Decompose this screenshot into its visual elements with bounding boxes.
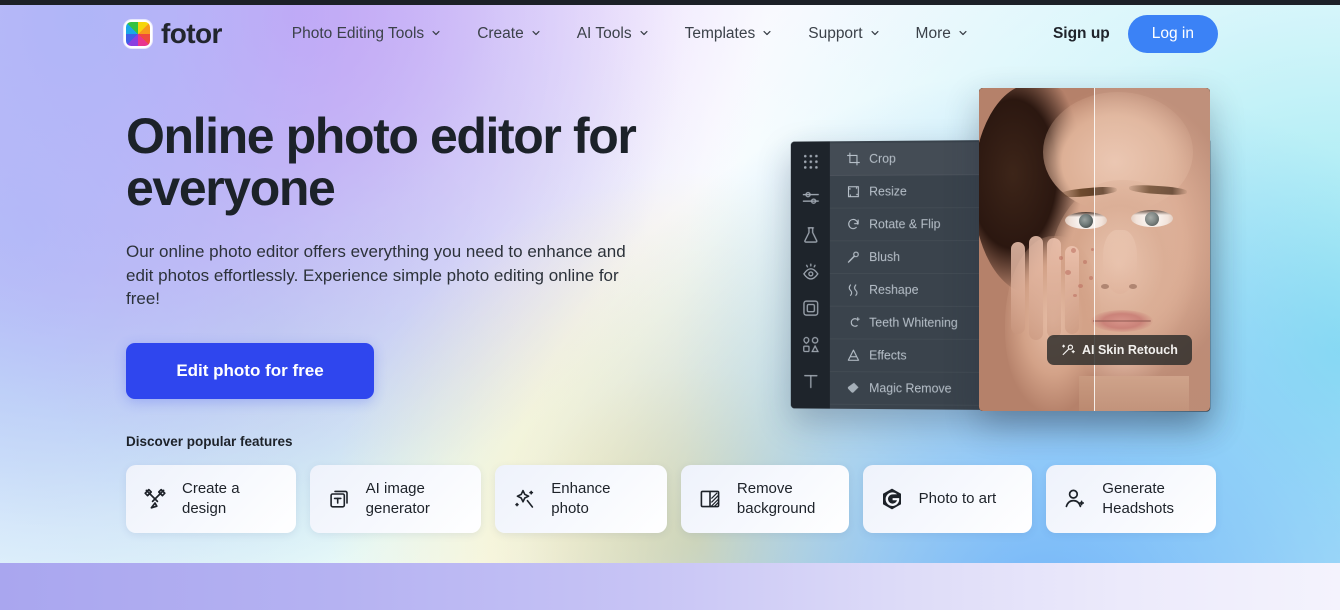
chevron-down-icon bbox=[958, 28, 968, 38]
effects-icon bbox=[847, 348, 861, 362]
feature-card-enhance-photo[interactable]: Enhance photo bbox=[495, 465, 667, 533]
nav-item-more[interactable]: More bbox=[898, 17, 986, 51]
tool-label: Rotate & Flip bbox=[869, 217, 941, 232]
tool-label: Crop bbox=[869, 151, 896, 166]
nav-label: More bbox=[915, 25, 951, 42]
crop-icon bbox=[847, 152, 861, 166]
feature-card-create-a-design[interactable]: Create a design bbox=[126, 465, 296, 533]
crossed-pencil-brush-icon bbox=[142, 486, 168, 512]
ai-retouch-wand-icon bbox=[1061, 343, 1075, 357]
bottom-gradient-band bbox=[0, 563, 1340, 610]
magic-wand-sparkle-icon bbox=[511, 486, 537, 512]
tool-label: Teeth Whitening bbox=[869, 315, 958, 330]
tooltip-label: AI Skin Retouch bbox=[1082, 343, 1178, 357]
nav-label: Create bbox=[477, 25, 524, 42]
nav-label: Photo Editing Tools bbox=[291, 25, 425, 42]
tool-label: Resize bbox=[869, 184, 907, 199]
blush-icon bbox=[847, 250, 861, 264]
tool-label: Magic Remove bbox=[869, 381, 952, 396]
background-split-icon bbox=[697, 486, 723, 512]
browser-top-edge bbox=[0, 0, 1340, 5]
grid-dots-icon[interactable] bbox=[801, 152, 820, 171]
feature-label: Enhance photo bbox=[551, 480, 611, 517]
resize-icon bbox=[847, 185, 861, 199]
shapes-icon[interactable] bbox=[801, 335, 820, 354]
hexagon-g-icon bbox=[879, 486, 905, 512]
sliders-icon[interactable] bbox=[801, 189, 820, 208]
feature-card-photo-to-art[interactable]: Photo to art bbox=[862, 465, 1033, 533]
hero-content: Online photo editor for everyone Our onl… bbox=[126, 110, 726, 399]
chevron-down-icon bbox=[431, 28, 441, 38]
nav-item-photo-editing-tools[interactable]: Photo Editing Tools bbox=[274, 17, 459, 51]
feature-card-ai-image-generator[interactable]: AI image generator bbox=[309, 465, 482, 533]
tool-label: Effects bbox=[869, 348, 907, 363]
nav-auth-actions: Sign up Log in bbox=[1053, 15, 1218, 53]
nav-item-support[interactable]: Support bbox=[790, 17, 897, 51]
nav-item-ai-tools[interactable]: AI Tools bbox=[559, 17, 667, 51]
tool-label: Blush bbox=[869, 250, 900, 265]
flask-icon[interactable] bbox=[801, 226, 820, 245]
feature-label: AI image generator bbox=[365, 480, 430, 517]
chevron-down-icon bbox=[762, 28, 772, 38]
person-plus-icon bbox=[1062, 486, 1088, 512]
popular-features-section: Discover popular features Create a desig… bbox=[126, 434, 1216, 533]
teeth-icon bbox=[847, 316, 861, 330]
feature-label: Create a design bbox=[182, 480, 240, 517]
edit-photo-for-free-button[interactable]: Edit photo for free bbox=[126, 342, 374, 399]
feature-card-remove-background[interactable]: Remove background bbox=[680, 465, 849, 533]
nav-label: Support bbox=[808, 25, 863, 42]
frame-icon[interactable] bbox=[801, 299, 820, 318]
chevron-down-icon bbox=[639, 28, 649, 38]
ai-skin-retouch-tooltip: AI Skin Retouch bbox=[1047, 335, 1192, 365]
brand-logo[interactable]: fotor bbox=[124, 18, 222, 50]
eye-sparkle-icon[interactable] bbox=[801, 262, 820, 281]
nav-label: Templates bbox=[684, 25, 756, 42]
feature-card-generate-headshots[interactable]: Generate Headshots bbox=[1046, 465, 1216, 533]
hero-subtitle: Our online photo editor offers everythin… bbox=[126, 242, 626, 308]
chevron-down-icon bbox=[531, 28, 541, 38]
features-heading: Discover popular features bbox=[126, 434, 293, 449]
nav-links: Photo Editing Tools Create AI Tools Temp… bbox=[274, 17, 986, 51]
nav-item-create[interactable]: Create bbox=[459, 17, 559, 51]
nav-item-templates[interactable]: Templates bbox=[667, 17, 791, 51]
magic-remove-icon bbox=[847, 381, 861, 395]
text-tool-icon[interactable] bbox=[801, 372, 820, 391]
feature-label: Remove background bbox=[736, 480, 816, 517]
reshape-icon bbox=[847, 283, 861, 297]
rotate-icon bbox=[847, 217, 861, 231]
tool-label: Reshape bbox=[869, 282, 919, 297]
main-navbar: fotor Photo Editing Tools Create AI Tool… bbox=[0, 5, 1340, 63]
page-root: fotor Photo Editing Tools Create AI Tool… bbox=[0, 0, 1340, 610]
fotor-color-wheel-logo-icon bbox=[124, 20, 152, 48]
editor-sidebar bbox=[790, 141, 830, 409]
hero-title: Online photo editor for everyone bbox=[126, 108, 637, 216]
brand-name: fotor bbox=[161, 18, 222, 49]
feature-label: Photo to art bbox=[918, 490, 997, 507]
chevron-down-icon bbox=[870, 28, 880, 38]
log-in-button[interactable]: Log in bbox=[1127, 15, 1218, 53]
feature-label: Generate Headshots bbox=[1102, 480, 1175, 517]
before-after-photo-panel[interactable]: AI Skin Retouch bbox=[979, 88, 1210, 411]
nav-label: AI Tools bbox=[576, 25, 632, 42]
image-stack-text-icon bbox=[326, 486, 352, 512]
feature-cards-row: Create a design AI image generator Enhan… bbox=[126, 465, 1216, 533]
sign-up-link[interactable]: Sign up bbox=[1053, 25, 1110, 43]
